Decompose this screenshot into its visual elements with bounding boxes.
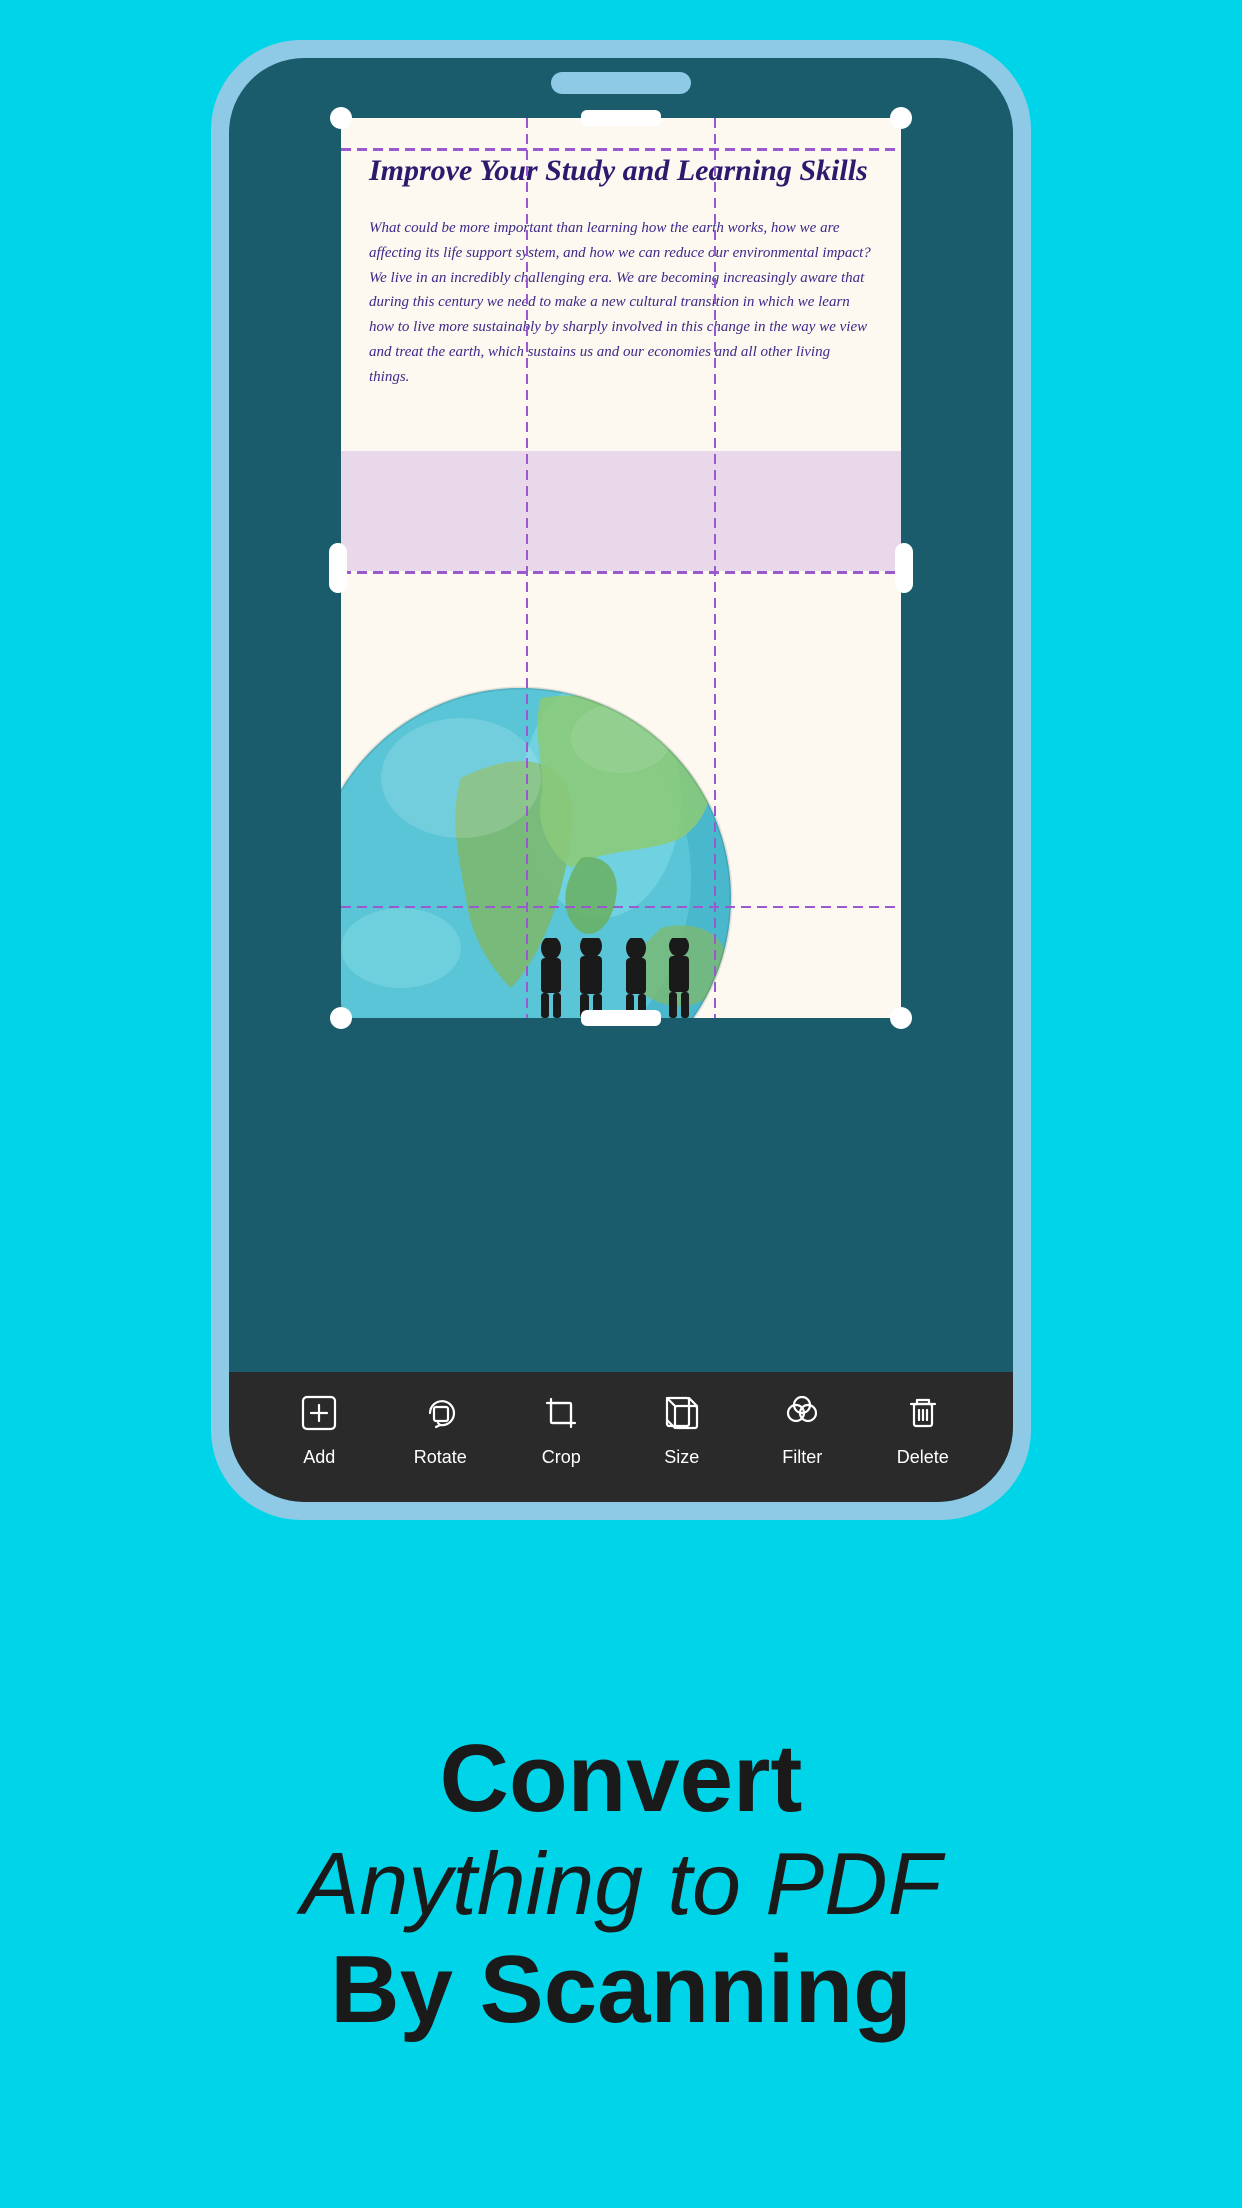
phone-outer: Improve Your Study and Learning Skills W… — [211, 40, 1031, 1520]
rotate-icon — [414, 1387, 466, 1439]
toolbar-label-delete: Delete — [897, 1447, 949, 1468]
toolbar-item-add[interactable]: Add — [293, 1387, 345, 1468]
corner-handle-bl[interactable] — [330, 1007, 352, 1029]
edge-handle-bottom[interactable] — [581, 1010, 661, 1026]
toolbar-item-delete[interactable]: Delete — [897, 1387, 949, 1468]
phone-screen: Improve Your Study and Learning Skills W… — [229, 58, 1013, 1502]
bottom-section: Convert Anything to PDF By Scanning — [0, 1560, 1242, 2208]
doc-body: What could be more important than learni… — [369, 216, 873, 389]
corner-handle-tr[interactable] — [890, 107, 912, 129]
toolbar-label-filter: Filter — [782, 1447, 822, 1468]
status-bar — [229, 58, 1013, 98]
doc-image-area — [341, 638, 901, 1018]
silhouettes-svg — [521, 938, 721, 1018]
toolbar-label-size: Size — [664, 1447, 699, 1468]
doc-content: Improve Your Study and Learning Skills W… — [341, 118, 901, 409]
edge-handle-left[interactable] — [329, 543, 347, 593]
convert-subtitle: Anything to PDF — [301, 1831, 942, 1937]
toolbar-label-rotate: Rotate — [414, 1447, 467, 1468]
document-page: Improve Your Study and Learning Skills W… — [341, 118, 901, 1018]
toolbar-label-add: Add — [303, 1447, 335, 1468]
toolbar-item-size[interactable]: Size — [656, 1387, 708, 1468]
toolbar-item-filter[interactable]: Filter — [776, 1387, 828, 1468]
filter-icon — [776, 1387, 828, 1439]
toolbar-label-crop: Crop — [542, 1447, 581, 1468]
add-icon — [293, 1387, 345, 1439]
toolbar: Add Rotate — [229, 1372, 1013, 1502]
edge-handle-top[interactable] — [581, 110, 661, 126]
delete-icon — [897, 1387, 949, 1439]
people-silhouettes — [521, 938, 721, 1018]
convert-title: Convert — [440, 1726, 803, 1832]
toolbar-item-rotate[interactable]: Rotate — [414, 1387, 467, 1468]
notch — [551, 72, 691, 94]
toolbar-item-crop[interactable]: Crop — [535, 1387, 587, 1468]
phone-wrapper: Improve Your Study and Learning Skills W… — [0, 0, 1242, 1560]
size-icon — [656, 1387, 708, 1439]
crop-hline-middle — [341, 571, 901, 574]
corner-handle-tl[interactable] — [330, 107, 352, 129]
edge-handle-right[interactable] — [895, 543, 913, 593]
selection-highlight — [341, 451, 901, 571]
crop-frame[interactable]: Improve Your Study and Learning Skills W… — [341, 118, 901, 1018]
corner-handle-br[interactable] — [890, 1007, 912, 1029]
document-area[interactable]: Improve Your Study and Learning Skills W… — [229, 98, 1013, 1372]
doc-title: Improve Your Study and Learning Skills — [369, 150, 873, 192]
convert-line3: By Scanning — [330, 1937, 911, 2043]
crop-icon — [535, 1387, 587, 1439]
